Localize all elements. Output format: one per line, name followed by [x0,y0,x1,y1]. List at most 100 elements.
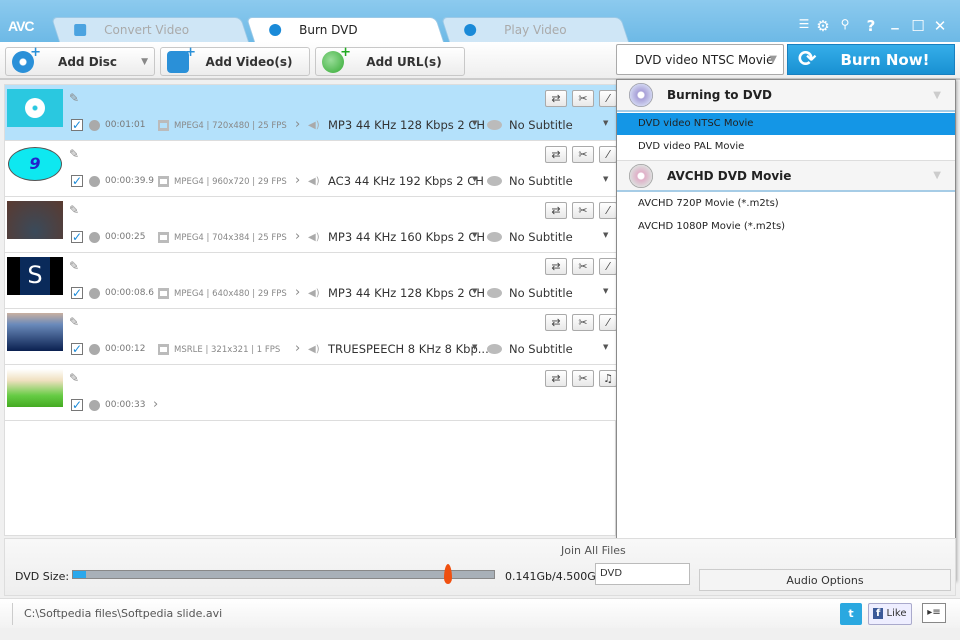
chevron-down-icon[interactable]: ▼ [472,287,477,295]
chevron-down-icon[interactable]: ▼ [141,57,148,67]
audio-track-select[interactable]: MP3 44 KHz 160 Kbps 2 CH [328,230,485,244]
chevron-down-icon[interactable]: ▼ [603,343,608,351]
video-thumbnail[interactable] [7,89,63,127]
chevron-down-icon[interactable]: ▼ [472,231,477,239]
trim-button[interactable]: ✂ [572,202,594,219]
chevron-right-icon[interactable]: › [295,117,300,132]
convert-settings-button[interactable]: ⇄ [545,314,567,331]
chevron-down-icon[interactable]: ▼ [472,343,477,351]
tab-play-video[interactable]: Play Video [440,17,630,42]
file-checkbox[interactable]: ✓ [71,287,83,299]
subtitle-select[interactable]: No Subtitle [509,342,573,356]
chevron-down-icon[interactable]: ▼ [603,175,608,183]
file-row[interactable]: ✎ ✓ 00:00:12 MSRLE | 321x321 | 1 FPS › ◀… [5,309,617,365]
video-thumbnail[interactable] [7,201,63,239]
trim-button[interactable]: ✂ [572,146,594,163]
chevron-right-icon[interactable]: › [295,285,300,300]
music-button[interactable]: ♫ [599,370,617,387]
burn-now-button[interactable]: ⟳ Burn Now! [787,44,955,75]
chevron-down-icon[interactable]: ▼ [472,119,477,127]
tab-burn-dvd[interactable]: Burn DVD [245,17,445,42]
join-all-files[interactable]: Join All Files [561,544,626,557]
file-row[interactable]: 9 ✎ ✓ 00:00:39.9 MPEG4 | 960x720 | 29 FP… [5,141,617,197]
chevron-down-icon[interactable]: ▼ [603,287,608,295]
effects-button[interactable]: ⁄ [599,202,617,219]
convert-settings-button[interactable]: ⇄ [545,370,567,387]
audio-track-select[interactable]: MP3 44 KHz 128 Kbps 2 CH [328,118,485,132]
dvd-disc-icon [629,83,653,107]
twitter-icon[interactable]: t [840,603,862,625]
chevron-right-icon[interactable]: › [295,229,300,244]
add-disc-button[interactable]: + Add Disc ▼ [5,45,155,76]
file-checkbox[interactable]: ✓ [71,343,83,355]
trim-button[interactable]: ✂ [572,90,594,107]
effects-button[interactable]: ⁄ [599,90,617,107]
pencil-icon[interactable]: ✎ [69,203,79,217]
audio-options-button[interactable]: Audio Options [699,569,951,591]
tab-convert-video[interactable]: Convert Video [50,17,250,42]
option-avchd-720p[interactable]: AVCHD 720P Movie (*.m2ts) [617,193,955,215]
pencil-icon[interactable]: ✎ [69,259,79,273]
gear-icon[interactable]: ⚙ [812,17,834,35]
trim-button[interactable]: ✂ [572,314,594,331]
audio-track-select[interactable]: TRUESPEECH 8 KHz 8 Kbp... [328,342,489,356]
file-checkbox[interactable]: ✓ [71,119,83,131]
option-avchd-1080p[interactable]: AVCHD 1080P Movie (*.m2ts) [617,216,955,238]
file-row[interactable]: ✎ ✓ 00:00:33 › ⇄ ✂ ♫ [5,365,617,421]
clock-icon [89,120,100,131]
chevron-right-icon[interactable]: › [295,173,300,188]
file-checkbox[interactable]: ✓ [71,175,83,187]
toggle-panel-icon[interactable]: ▸≡ [922,603,946,623]
audio-track-select[interactable]: MP3 44 KHz 128 Kbps 2 CH [328,286,485,300]
status-bar: C:\Softpedia files\Softpedia slide.avi t… [0,598,960,628]
file-checkbox[interactable]: ✓ [71,399,83,411]
chevron-right-icon[interactable]: › [153,397,158,412]
option-dvd-ntsc[interactable]: DVD video NTSC Movie [617,113,955,135]
option-dvd-pal[interactable]: DVD video PAL Movie [617,136,955,158]
subtitle-select[interactable]: No Subtitle [509,230,573,244]
subtitle-select[interactable]: No Subtitle [509,174,573,188]
effects-button[interactable]: ⁄ [599,146,617,163]
file-checkbox[interactable]: ✓ [71,231,83,243]
chevron-down-icon[interactable]: ▼ [472,175,477,183]
pencil-icon[interactable]: ✎ [69,91,79,105]
add-videos-button[interactable]: + Add Video(s) [160,45,310,76]
file-row[interactable]: ✎ ✓ 00:01:01 MPEG4 | 720x480 | 25 FPS › … [5,85,617,141]
group-avchd[interactable]: AVCHD DVD Movie ▼ [617,160,955,192]
pencil-icon[interactable]: ✎ [69,147,79,161]
maximize-icon[interactable]: ☐ [907,17,929,35]
subtitle-select[interactable]: No Subtitle [509,286,573,300]
chevron-down-icon[interactable]: ▼ [603,231,608,239]
chevron-right-icon[interactable]: › [295,341,300,356]
close-icon[interactable]: ✕ [929,17,951,35]
dvd-size-marker[interactable] [444,564,453,584]
help-icon[interactable]: ? [860,17,882,35]
dvd-type-select[interactable]: DVD [595,563,690,585]
minimize-icon[interactable]: _ [884,12,906,30]
facebook-like-button[interactable]: f Like [868,603,912,625]
pencil-icon[interactable]: ✎ [69,371,79,385]
video-info: MSRLE | 321x321 | 1 FPS [174,345,281,355]
output-profile-select[interactable]: DVD video NTSC Movie ▼ [616,44,784,75]
trim-button[interactable]: ✂ [572,258,594,275]
audio-track-select[interactable]: AC3 44 KHz 192 Kbps 2 CH [328,174,484,188]
add-url-button[interactable]: + Add URL(s) [315,45,465,76]
group-burning-to-dvd[interactable]: Burning to DVD ▼ [617,80,955,112]
chevron-down-icon[interactable]: ▼ [603,119,608,127]
convert-settings-button[interactable]: ⇄ [545,258,567,275]
file-row[interactable]: S ✎ ✓ 00:00:08.6 MPEG4 | 640x480 | 29 FP… [5,253,617,309]
video-thumbnail[interactable] [7,369,63,407]
file-row[interactable]: ✎ ✓ 00:00:25 MPEG4 | 704x384 | 25 FPS › … [5,197,617,253]
convert-settings-button[interactable]: ⇄ [545,202,567,219]
video-thumbnail[interactable]: S [7,257,63,295]
convert-settings-button[interactable]: ⇄ [545,146,567,163]
subtitle-select[interactable]: No Subtitle [509,118,573,132]
convert-settings-button[interactable]: ⇄ [545,90,567,107]
key-icon[interactable]: ⚲ [834,17,856,31]
effects-button[interactable]: ⁄ [599,258,617,275]
video-thumbnail[interactable] [7,313,63,351]
video-thumbnail[interactable]: 9 [7,145,63,183]
effects-button[interactable]: ⁄ [599,314,617,331]
pencil-icon[interactable]: ✎ [69,315,79,329]
trim-button[interactable]: ✂ [572,370,594,387]
